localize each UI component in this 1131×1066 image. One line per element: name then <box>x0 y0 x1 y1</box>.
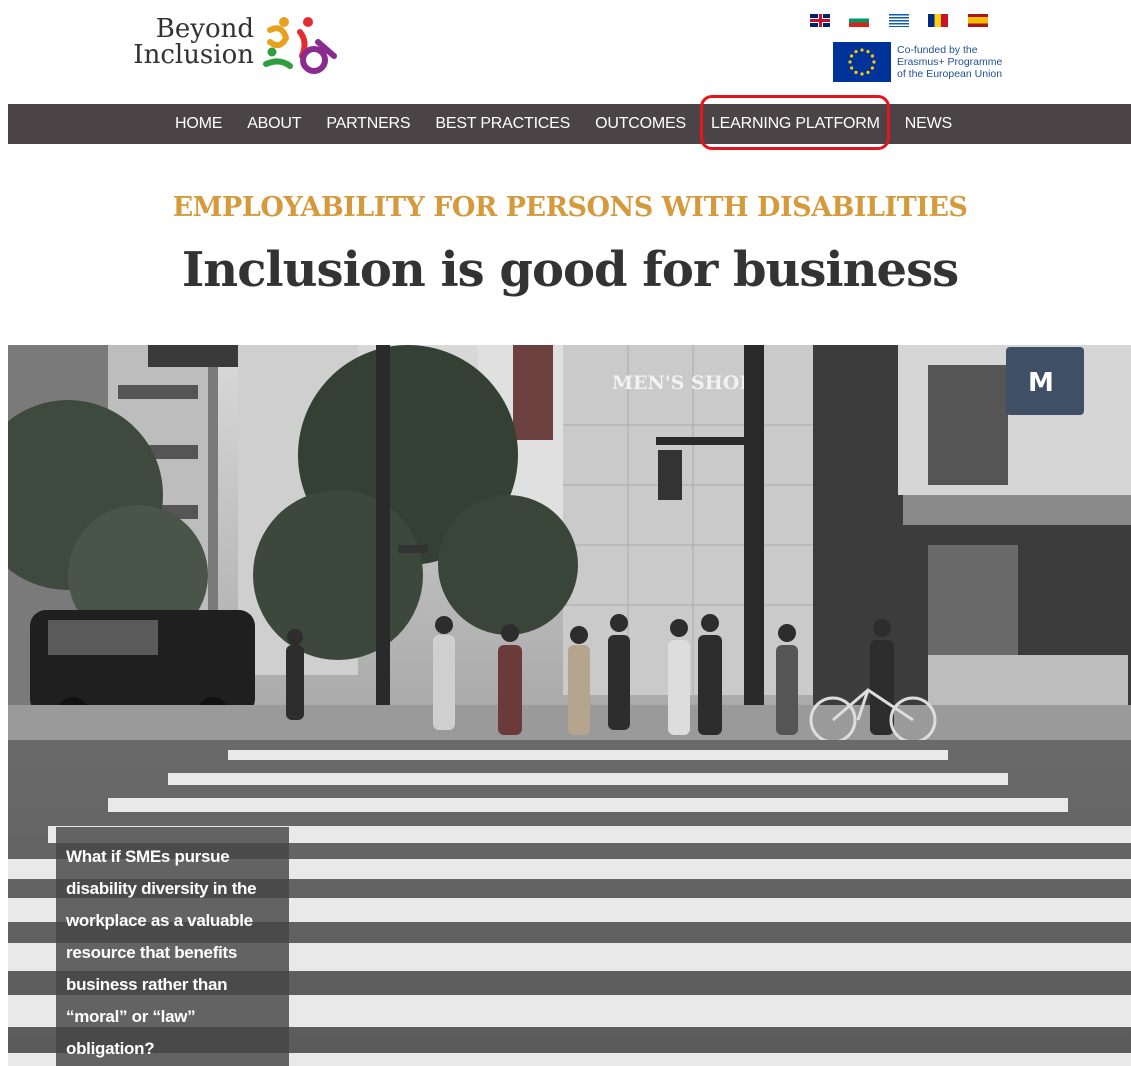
page-title: Inclusion is good for business <box>181 242 959 298</box>
language-switcher <box>810 14 1003 28</box>
eu-badge-line-3: of the European Union <box>897 68 1003 80</box>
eu-flag-icon <box>833 42 891 82</box>
site-logo[interactable]: Beyond Inclusion <box>128 12 348 78</box>
eu-badge-line-2: Erasmus+ Programme <box>897 56 1003 68</box>
bulgaria-flag-icon[interactable] <box>849 14 870 27</box>
greece-flag-icon[interactable] <box>888 14 909 27</box>
learning-platform-highlight-annotation <box>700 95 890 150</box>
eu-badge-line-1: Co-funded by the <box>897 44 978 56</box>
logo-line-1: Beyond <box>155 14 254 44</box>
page-eyebrow: EMPLOYABILITY FOR PERSONS WITH DISABILIT… <box>172 192 968 223</box>
logo-line-2: Inclusion <box>133 40 254 70</box>
hero-caption-text: What if SMEs pursue disability diversity… <box>66 847 257 1058</box>
nav-item-outcomes[interactable]: OUTCOMES <box>595 104 686 144</box>
nav-item-partners[interactable]: PARTNERS <box>326 104 410 144</box>
romania-flag-icon[interactable] <box>928 14 949 27</box>
nav-item-home[interactable]: HOME <box>175 104 222 144</box>
spain-flag-icon[interactable] <box>967 14 988 27</box>
svg-text:M: M <box>1028 368 1054 398</box>
nav-item-best-practices[interactable]: BEST PRACTICES <box>435 104 570 144</box>
main-nav: HOME ABOUT PARTNERS BEST PRACTICES OUTCO… <box>8 104 1131 144</box>
logo-text: Beyond Inclusion <box>128 16 254 68</box>
nav-item-news[interactable]: NEWS <box>905 104 952 144</box>
shop-sign-text: MEN'S SHOP <box>612 372 754 394</box>
hero-caption-box: What if SMEs pursue disability diversity… <box>56 827 289 1066</box>
eu-badge-text: Co-funded by the Erasmus+ Programme of t… <box>897 44 1027 80</box>
nav-item-about[interactable]: ABOUT <box>247 104 301 144</box>
logo-figures-icon <box>263 17 337 74</box>
uk-flag-icon[interactable] <box>810 14 830 27</box>
